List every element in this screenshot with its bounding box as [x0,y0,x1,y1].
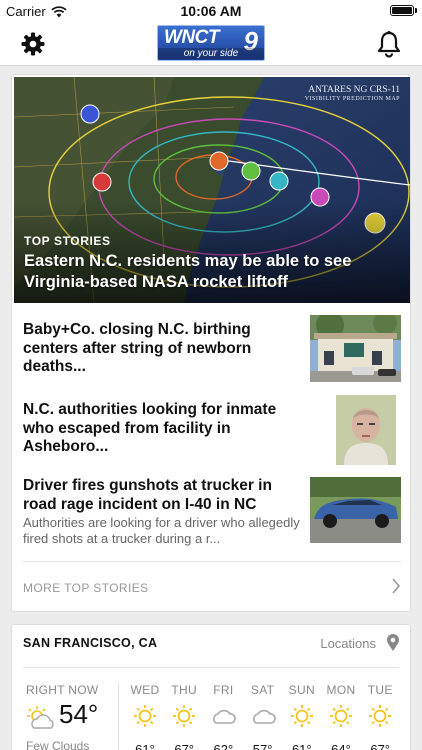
sun-icon [173,705,196,727]
story-summary: Authorities are looking for a driver who… [23,515,300,546]
forecast-day-name: SAT [250,683,275,697]
top-stories-card: ANTARES NG CRS-11 VISIBILITY PREDICTION … [11,74,411,612]
current-conditions[interactable]: RIGHT NOW 54° Few Clouds [26,683,118,750]
gear-icon[interactable] [20,31,46,57]
story-item[interactable]: N.C. authorities looking for inmate who … [23,395,401,465]
story-title[interactable]: N.C. authorities looking for inmate who … [23,401,305,457]
chevron-right-icon[interactable] [391,578,401,594]
sun-icon [369,705,392,727]
location-pin-icon[interactable] [386,634,400,652]
cloud-icon [252,709,276,724]
more-top-stories-link[interactable]: MORE TOP STORIES [23,561,401,611]
weather-divider [23,667,399,668]
map-title: ANTARES NG CRS-11 [308,85,400,95]
logo-tagline: on your side [158,48,264,59]
clock: 10:06 AM [180,3,242,19]
hero-headline[interactable]: Eastern N.C. residents may be able to se… [24,251,404,293]
forecast-day[interactable]: WED 61° [125,683,165,750]
forecast-high-temp: 64° [331,742,351,750]
forecast-high-temp: 57° [252,742,273,750]
map-subtitle: VISIBILITY PREDICTION MAP [304,96,400,102]
sun-icon [330,705,352,727]
story-item[interactable]: Baby+Co. closing N.C. birthing centers a… [23,315,401,385]
map-label: ANTARES NG CRS-11 VISIBILITY PREDICTION … [305,85,400,102]
forecast-day-name: THU [171,683,197,697]
forecast-day[interactable]: THU 67° [164,683,204,750]
current-label: RIGHT NOW [26,683,99,697]
forecast-day-name: WED [130,683,160,697]
forecast-day[interactable]: SUN 61° [282,683,322,750]
weather-city: SAN FRANCISCO, CA [23,636,158,650]
weather-card: SAN FRANCISCO, CA Locations RIGHT NOW 54… [11,624,411,750]
current-temp: 54° [59,699,99,729]
forecast-day[interactable]: FRI 62° [203,683,243,750]
forecast-day[interactable]: MON 64° [321,683,361,750]
station-logo[interactable]: WNCT 9 on your side [157,25,265,61]
forecast-day-name: TUE [367,683,393,697]
forecast-high-temp: 61° [135,742,155,750]
story-title[interactable]: Baby+Co. closing N.C. birthing centers a… [23,321,305,377]
story-title[interactable]: Driver fires gunshots at trucker in road… [23,477,305,514]
story-thumbnail[interactable] [310,315,401,382]
forecast-day[interactable]: TUE 67° [360,683,400,750]
logo-wordmark: WNCT [164,27,219,48]
hero-story[interactable]: ANTARES NG CRS-11 VISIBILITY PREDICTION … [14,77,410,303]
forecast-high-temp: 67° [370,742,391,750]
section-kicker: TOP STORIES [24,234,111,248]
story-thumbnail[interactable] [310,477,401,543]
partly-cloudy-icon [27,706,54,729]
forecast-day-name: FRI [213,683,234,697]
sun-icon [290,705,313,727]
status-bar: Carrier 10:06 AM [0,0,422,22]
forecast-day[interactable]: SAT 57° [243,683,283,750]
more-link-label[interactable]: MORE TOP STORIES [23,581,149,595]
weather-separator [118,683,119,750]
story-item[interactable]: Driver fires gunshots at trucker in road… [23,475,401,551]
sun-icon [134,705,156,727]
battery-icon [390,5,417,16]
locations-link[interactable]: Locations [320,636,376,651]
forecast-high-temp: 61° [291,742,312,750]
cloud-icon [213,709,237,724]
bell-icon[interactable] [376,30,402,58]
forecast-high-temp: 62° [213,742,234,750]
story-thumbnail[interactable] [336,395,396,465]
app-header: WNCT 9 on your side [0,22,422,66]
forecast-day-name: SUN [288,683,315,697]
forecast-high-temp: 67° [174,742,195,750]
forecast-day-name: MON [326,683,356,697]
current-condition: Few Clouds [26,739,90,750]
